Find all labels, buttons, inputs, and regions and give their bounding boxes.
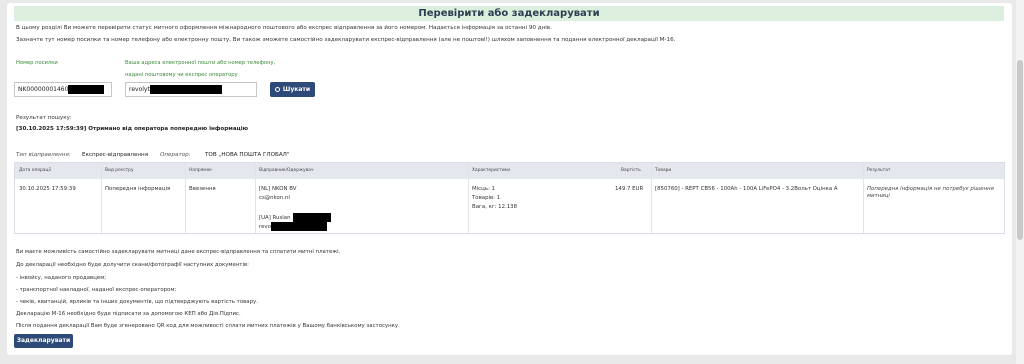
parcel-number-value: NK00000001460 (18, 86, 69, 93)
search-icon (274, 87, 280, 92)
info-paragraph: Ви маєте можливість самостійно задеклару… (16, 249, 341, 255)
col-header-registry: Вид реєстру (105, 168, 134, 173)
search-button-label: Шукати (282, 86, 311, 93)
info-list-item: - транспортної накладної, наданої експре… (16, 287, 177, 293)
operator-value: ТОВ „НОВА ПОШТА ГЛОБАЛ" (205, 152, 290, 158)
cell-goods-count: Товарів: 1 (472, 195, 501, 201)
redaction-bar (270, 222, 327, 231)
result-label: Результат пошуку: (16, 115, 72, 121)
cell-date: 30.10.2025 17:59:39 (19, 186, 76, 192)
column-divider (651, 163, 652, 233)
cell-goods: [850760] - REPT CB56 - 100Ah - 100A LiFe… (655, 186, 838, 192)
info-paragraph: Декларацію М-16 необхідно буде підписати… (16, 311, 241, 317)
col-header-characteristics: Характеристики (472, 168, 511, 173)
cell-places: Місць: 1 (472, 186, 495, 192)
recipient-name-text: [UA] Ruslan (259, 215, 291, 221)
col-header-sender-recipient: Відправник/Одержувач (259, 168, 314, 173)
contact-input[interactable]: revolyt (125, 82, 257, 97)
col-header-goods: Товари (655, 168, 672, 173)
col-header-value: Вартість (621, 168, 641, 173)
info-paragraph: Після подання декларації Вам буде згенер… (16, 323, 400, 329)
cell-sender-name: [NL] NKON BV (259, 186, 297, 192)
column-divider (468, 163, 469, 233)
info-list-item: - інвойсу, наданого продавцем; (16, 275, 107, 281)
shipment-type-value: Експрес-відправлення (82, 152, 149, 158)
cell-weight: Вага, кг: 12.138 (472, 204, 518, 210)
column-divider (863, 163, 864, 233)
cell-sender-email: cs@nkon.nl (259, 195, 290, 201)
column-divider (101, 163, 102, 233)
search-button[interactable]: Шукати (270, 82, 315, 97)
result-status: [30.10.2025 17:59:39] Отримано від опера… (16, 126, 249, 132)
cell-result: Попередня інформація не потребує рішення… (867, 186, 994, 199)
redaction-bar (292, 213, 331, 222)
cell-direction: Ввезення (189, 186, 216, 192)
col-header-date: Дата операції (19, 168, 51, 173)
scrollbar[interactable] (1016, 0, 1024, 364)
column-divider (185, 163, 186, 233)
contact-label-line1: Ваша адреса електронної пошти або номер … (125, 60, 276, 66)
column-divider (255, 163, 256, 233)
col-header-result: Результат (867, 168, 891, 173)
shipment-type-label: Тип відправлення: (16, 152, 71, 158)
operations-table: Дата операції Вид реєстру Напрямок Відпр… (14, 162, 1005, 234)
info-paragraph: До декларації необхідно буде долучити ск… (16, 262, 249, 268)
declare-button[interactable]: Задекларувати (14, 334, 73, 348)
page-title: Перевірити або задекларувати (14, 6, 1004, 21)
intro-text-2: Зазначте тут номер посилки та номер теле… (16, 37, 676, 43)
parcel-number-input[interactable]: NK00000001460 (14, 82, 112, 97)
operator-label: Оператор: (160, 152, 191, 158)
redaction-bar (149, 85, 222, 94)
col-header-direction: Напрямок (189, 168, 212, 173)
parcel-number-label: Номер посилки (16, 60, 58, 66)
info-list-item: - чеків, квитанцій, ярликів та інших док… (16, 299, 258, 305)
cell-registry: Попередня інформація (105, 186, 171, 192)
cell-recipient-name: [UA] Ruslan (259, 213, 331, 222)
intro-text-1: В цьому розділі Ви можете перевірити ста… (16, 25, 552, 31)
recipient-email-text: revo (259, 224, 271, 230)
scrollbar-thumb[interactable] (1017, 60, 1023, 240)
cell-value: 149.7 EUR (615, 186, 644, 192)
redaction-bar (68, 85, 105, 94)
page: Перевірити або задекларувати В цьому роз… (0, 0, 1024, 364)
cell-recipient-email: revo (259, 222, 327, 231)
contact-value: revolyt (129, 86, 150, 93)
contact-label-line2: надані поштовому чи експрес оператору (125, 72, 238, 78)
